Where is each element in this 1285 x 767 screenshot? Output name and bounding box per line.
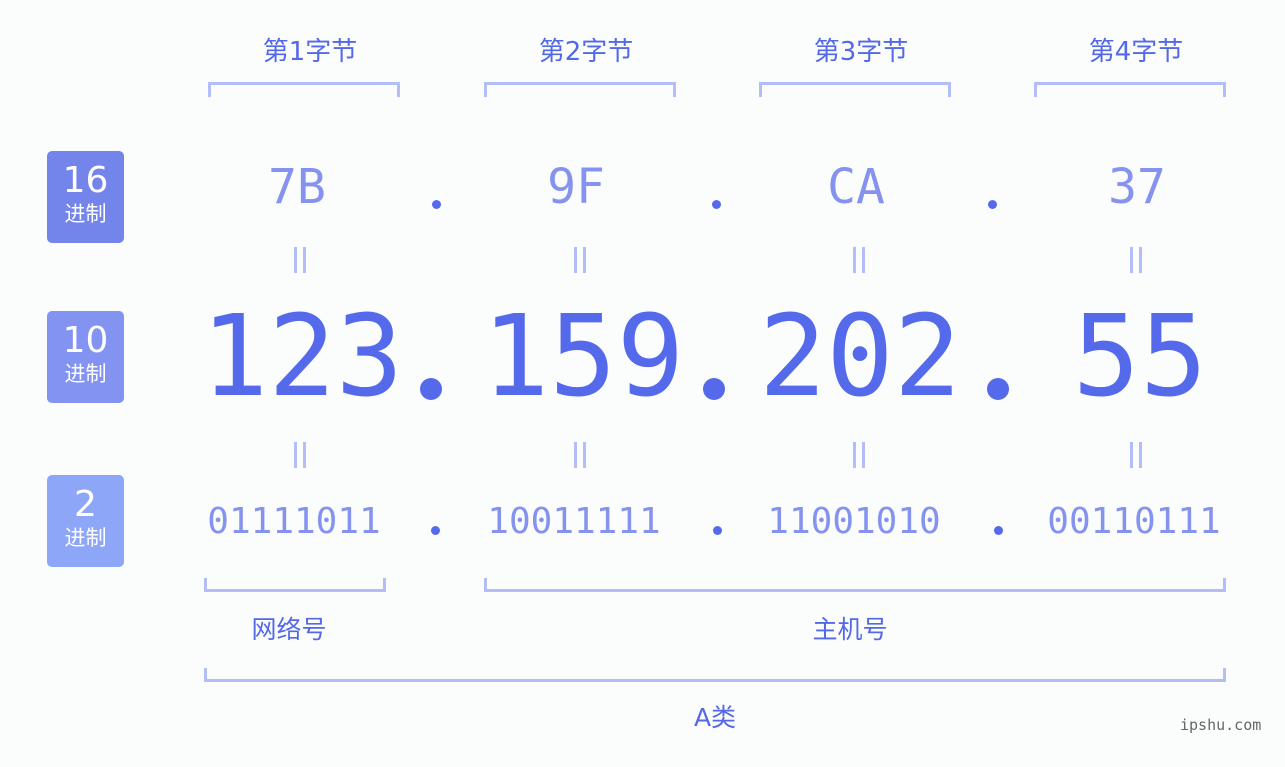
network-bracket: [204, 578, 386, 592]
class-bracket: [204, 668, 1226, 682]
binary-badge-label: 进制: [64, 526, 107, 550]
byte-4-bracket: [1034, 82, 1226, 97]
decimal-dot-3: [987, 378, 1009, 400]
decimal-byte-4: 55: [1072, 292, 1208, 422]
byte-4-label: 第4字节: [1088, 37, 1184, 67]
byte-2-label: 第2字节: [538, 37, 634, 67]
binary-byte-2: 10011111: [487, 501, 661, 542]
class-label: A类: [693, 703, 737, 732]
byte-2-bracket: [484, 82, 676, 97]
decimal-badge-label: 进制: [64, 362, 107, 386]
equals-icon: [1128, 247, 1144, 273]
byte-1-label: 第1字节: [262, 37, 358, 67]
hex-dot-2: [712, 200, 721, 209]
binary-byte-3: 11001010: [767, 501, 941, 542]
binary-dot-1: [431, 526, 440, 535]
binary-byte-4: 00110111: [1047, 501, 1221, 542]
decimal-dot-1: [420, 378, 442, 400]
binary-badge: 2 进制: [47, 475, 124, 567]
equals-icon: [572, 442, 588, 468]
binary-byte-1: 01111011: [207, 501, 381, 542]
hex-byte-3: CA: [827, 159, 885, 215]
byte-3-bracket: [759, 82, 951, 97]
decimal-byte-3: 202: [758, 292, 962, 422]
hex-badge-number: 16: [62, 160, 109, 201]
equals-icon: [851, 247, 867, 273]
network-label: 网络号: [251, 615, 327, 644]
decimal-dot-2: [703, 378, 725, 400]
equals-icon: [1128, 442, 1144, 468]
hex-byte-2: 9F: [547, 159, 605, 215]
decimal-byte-1: 123: [200, 292, 404, 422]
decimal-byte-2: 159: [481, 292, 685, 422]
byte-1-bracket: [208, 82, 400, 97]
hex-badge-label: 进制: [64, 202, 107, 226]
watermark: ipshu.com: [1180, 716, 1262, 734]
hex-dot-3: [988, 200, 997, 209]
host-label: 主机号: [812, 615, 888, 644]
hex-dot-1: [432, 200, 441, 209]
decimal-badge-number: 10: [62, 320, 109, 361]
binary-badge-number: 2: [74, 484, 97, 525]
equals-icon: [572, 247, 588, 273]
decimal-badge: 10 进制: [47, 311, 124, 403]
hex-badge: 16 进制: [47, 151, 124, 243]
binary-dot-2: [713, 526, 722, 535]
equals-icon: [292, 442, 308, 468]
equals-icon: [851, 442, 867, 468]
byte-3-label: 第3字节: [813, 37, 909, 67]
hex-byte-4: 37: [1108, 159, 1166, 215]
equals-icon: [292, 247, 308, 273]
host-bracket: [484, 578, 1226, 592]
hex-byte-1: 7B: [268, 159, 326, 215]
binary-dot-3: [994, 526, 1003, 535]
